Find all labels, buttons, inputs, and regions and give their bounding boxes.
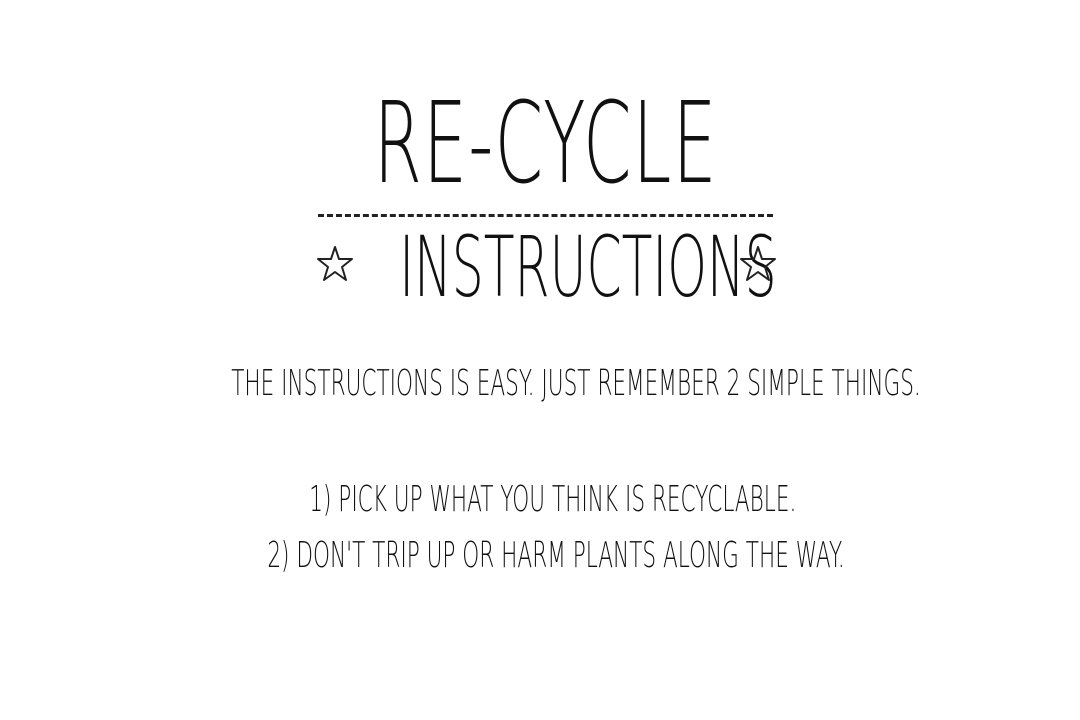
game-title: RE-CYCLE (373, 79, 718, 209)
rule-item: 1) PICK UP WHAT YOU THINK IS RECYCLABLE. (309, 479, 797, 520)
star-icon (317, 246, 353, 281)
star-icon (740, 246, 776, 281)
intro-text: THE INSTRUCTIONS IS EASY. JUST REMEMBER … (231, 363, 921, 404)
rule-item: 2) DON'T TRIP UP OR HARM PLANTS ALONG TH… (267, 535, 845, 576)
dashed-divider (318, 214, 773, 217)
subtitle-row: INSTRUCTIONS (300, 222, 790, 312)
instructions-screen: RE-CYCLE INSTRUCTIONS THE INSTRUCTIONS I… (0, 0, 1080, 720)
page-subtitle: INSTRUCTIONS (399, 218, 777, 316)
